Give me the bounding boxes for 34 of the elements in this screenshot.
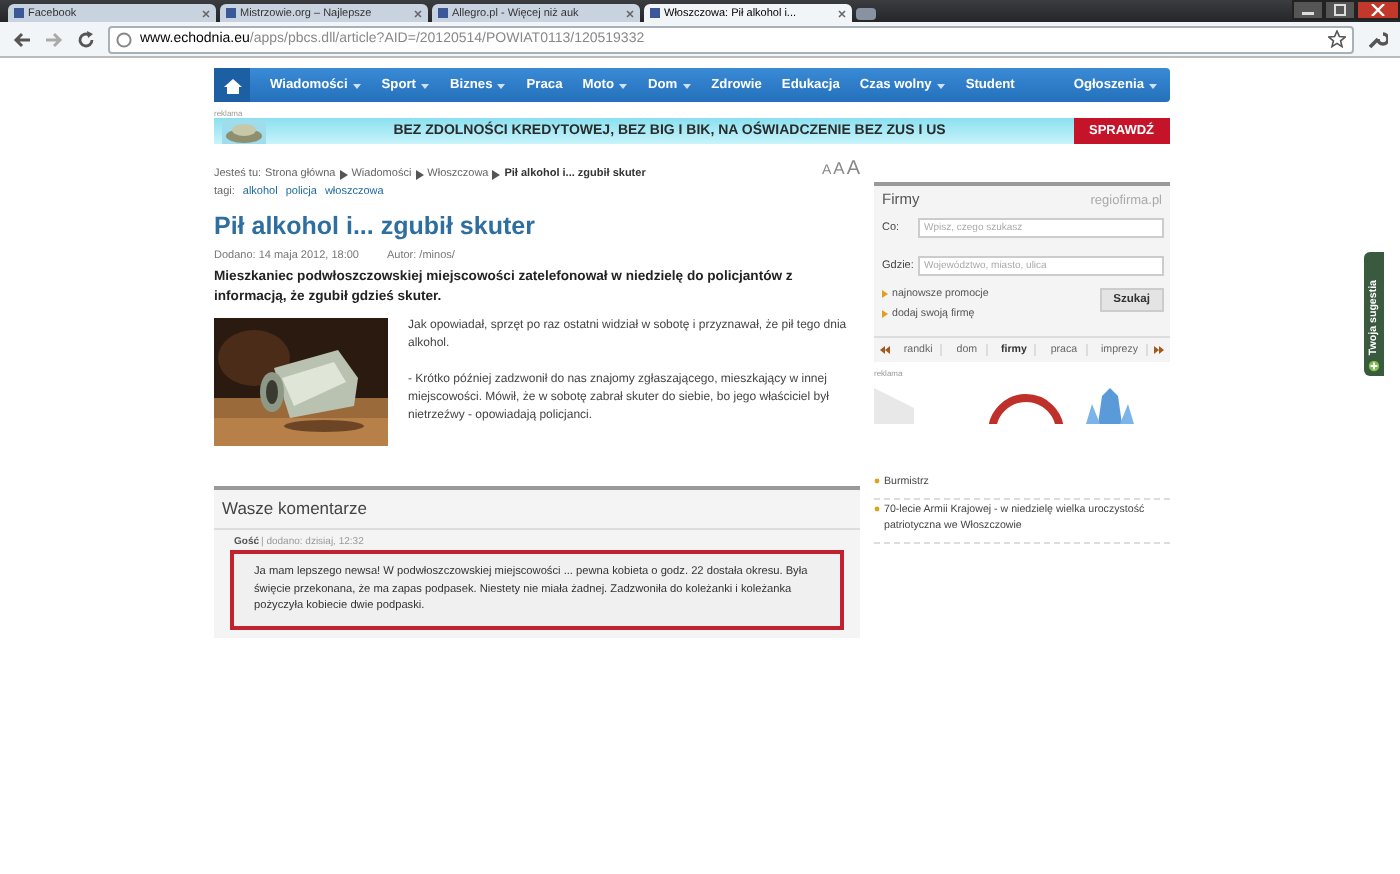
reload-icon[interactable] — [76, 29, 96, 49]
minimize-icon[interactable] — [1292, 0, 1324, 20]
separator-icon — [339, 169, 348, 179]
font-size-button[interactable]: A — [846, 158, 860, 180]
maximize-icon[interactable] — [1324, 0, 1356, 20]
favicon-icon — [226, 8, 236, 18]
back-icon[interactable] — [12, 29, 32, 49]
caret-icon — [420, 81, 430, 89]
separator-icon — [492, 169, 501, 179]
caret-icon — [351, 81, 362, 89]
favicon-icon — [14, 8, 24, 18]
new-tab-button[interactable] — [856, 8, 876, 20]
bullet-icon — [882, 310, 888, 318]
caret-icon — [681, 81, 692, 89]
favicon-icon — [438, 8, 448, 18]
close-icon[interactable] — [1356, 0, 1400, 20]
separator-icon — [415, 169, 424, 179]
double-left-arrow-icon[interactable] — [880, 346, 890, 354]
article-title: Pił alkohol i... zgubił skuter — [214, 212, 537, 240]
caret-icon — [496, 81, 507, 89]
star-icon[interactable] — [1328, 30, 1346, 48]
caret-icon — [617, 81, 628, 89]
double-right-arrow-icon[interactable] — [1153, 346, 1164, 354]
comments-title: Wasze komentarze — [214, 490, 860, 531]
bullet-icon — [882, 290, 888, 298]
home-icon[interactable] — [214, 68, 250, 102]
plus-icon — [1368, 360, 1380, 372]
bullet-icon — [874, 505, 880, 512]
bullet-icon — [874, 478, 880, 484]
caret-icon — [935, 81, 946, 89]
page-icon — [116, 31, 132, 47]
font-size-button[interactable]: A — [833, 158, 845, 178]
favicon-icon — [650, 8, 660, 18]
caret-icon — [1148, 81, 1158, 89]
